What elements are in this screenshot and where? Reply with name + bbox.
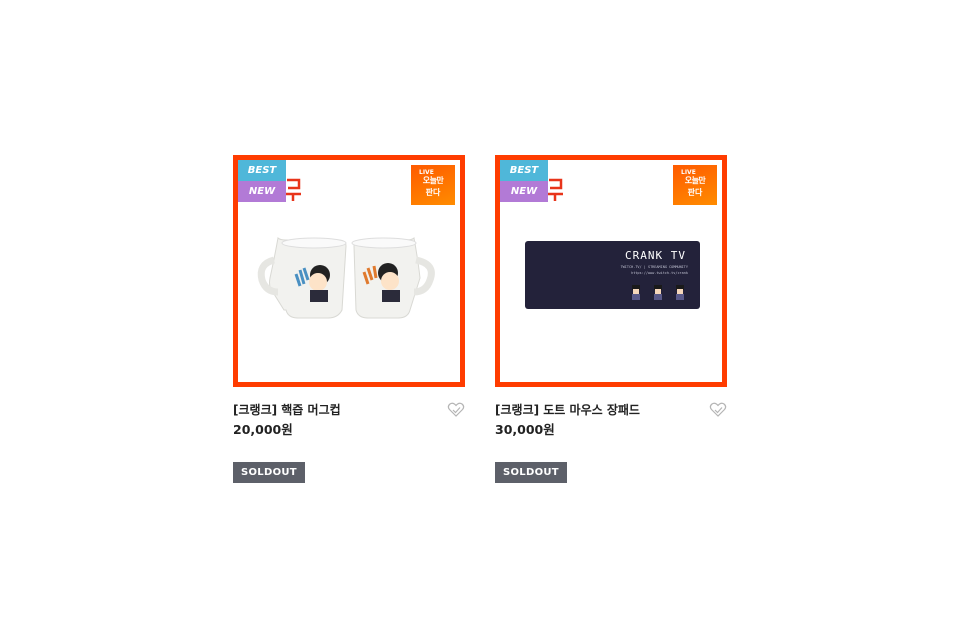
soldout-badge: SOLDOUT xyxy=(495,462,567,483)
pixel-characters xyxy=(632,285,684,300)
mousepad-product-image: CRANK TV TWITCH.TV/ | STREAMING COMMUNIT… xyxy=(525,241,700,309)
best-badge: BEST xyxy=(500,160,548,181)
product-card[interactable]: BEST NEW LIVE 오늘만 판다 [크랭크] 핵즙 머그컵 20,000… xyxy=(233,155,465,483)
product-thumbnail[interactable]: BEST NEW LIVE 오늘만 판다 CRANK TV TWITCH.TV/… xyxy=(495,155,727,387)
mug-product-image xyxy=(257,236,435,319)
brand-logo-fragment xyxy=(548,178,563,201)
product-name[interactable]: [크랭크] 도트 마우스 장패드 xyxy=(495,400,727,420)
product-thumbnail[interactable]: BEST NEW LIVE 오늘만 판다 xyxy=(233,155,465,387)
new-badge: NEW xyxy=(500,181,548,202)
product-card[interactable]: BEST NEW LIVE 오늘만 판다 CRANK TV TWITCH.TV/… xyxy=(495,155,727,483)
product-name[interactable]: [크랭크] 핵즙 머그컵 xyxy=(233,400,465,420)
heart-icon[interactable] xyxy=(709,402,727,418)
product-price: 20,000원 xyxy=(233,422,293,437)
today-only-sticker: LIVE 오늘만 판다 xyxy=(673,165,717,205)
heart-icon[interactable] xyxy=(447,402,465,418)
product-price: 30,000원 xyxy=(495,422,555,437)
soldout-badge: SOLDOUT xyxy=(233,462,305,483)
